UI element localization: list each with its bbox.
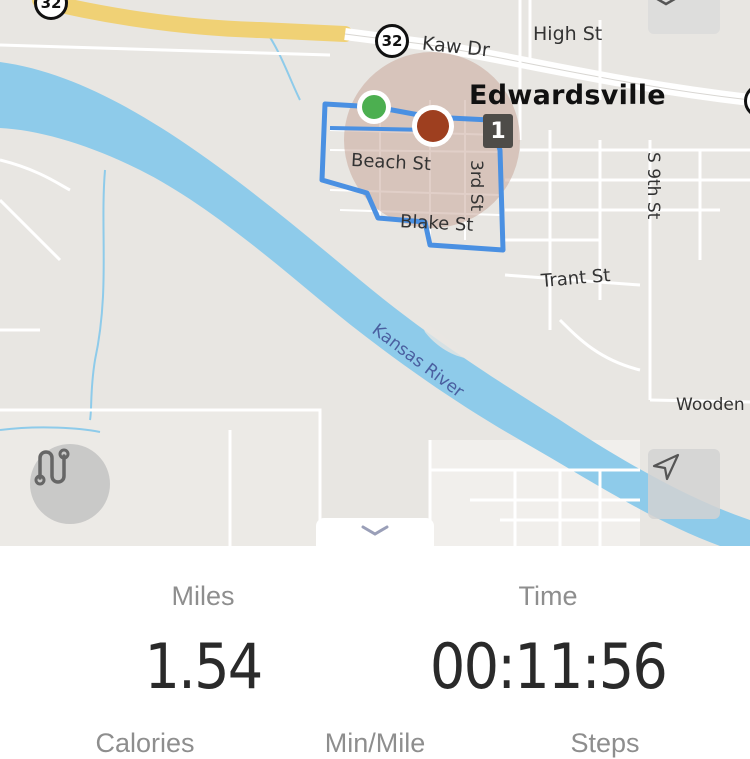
street-label-3rd-st: 3rd St xyxy=(466,160,486,212)
locate-button[interactable] xyxy=(648,449,720,519)
highway-shield: 32 xyxy=(375,24,409,58)
street-label-s-9th-st: S 9th St xyxy=(643,152,663,220)
lap-marker[interactable]: 1 xyxy=(483,114,513,148)
stats-panel: Miles 1.54 Time 00:11:56 Calories Min/Mi… xyxy=(0,546,750,758)
collapse-panel-button[interactable] xyxy=(316,518,434,548)
layers-button[interactable] xyxy=(648,0,720,34)
map-view[interactable]: 32 32 Kaw Dr High St Edwardsville Beach … xyxy=(0,0,750,546)
time-label: Time xyxy=(518,581,578,611)
street-label-high-st: High St xyxy=(533,23,603,45)
chevron-down-icon xyxy=(360,524,390,543)
time-value: 00:11:56 xyxy=(429,630,668,703)
miles-label: Miles xyxy=(171,581,235,611)
pace-label: Min/Mile xyxy=(324,728,426,758)
street-label-beach-st: Beach St xyxy=(350,149,432,176)
miles-value: 1.54 xyxy=(144,630,263,703)
street-label-blake-st: Blake St xyxy=(399,211,474,236)
street-label-wooden: Wooden xyxy=(676,395,745,415)
calories-label: Calories xyxy=(95,728,195,758)
route-toggle-button[interactable] xyxy=(30,444,110,524)
city-label: Edwardsville xyxy=(469,80,666,111)
steps-label: Steps xyxy=(570,728,640,758)
